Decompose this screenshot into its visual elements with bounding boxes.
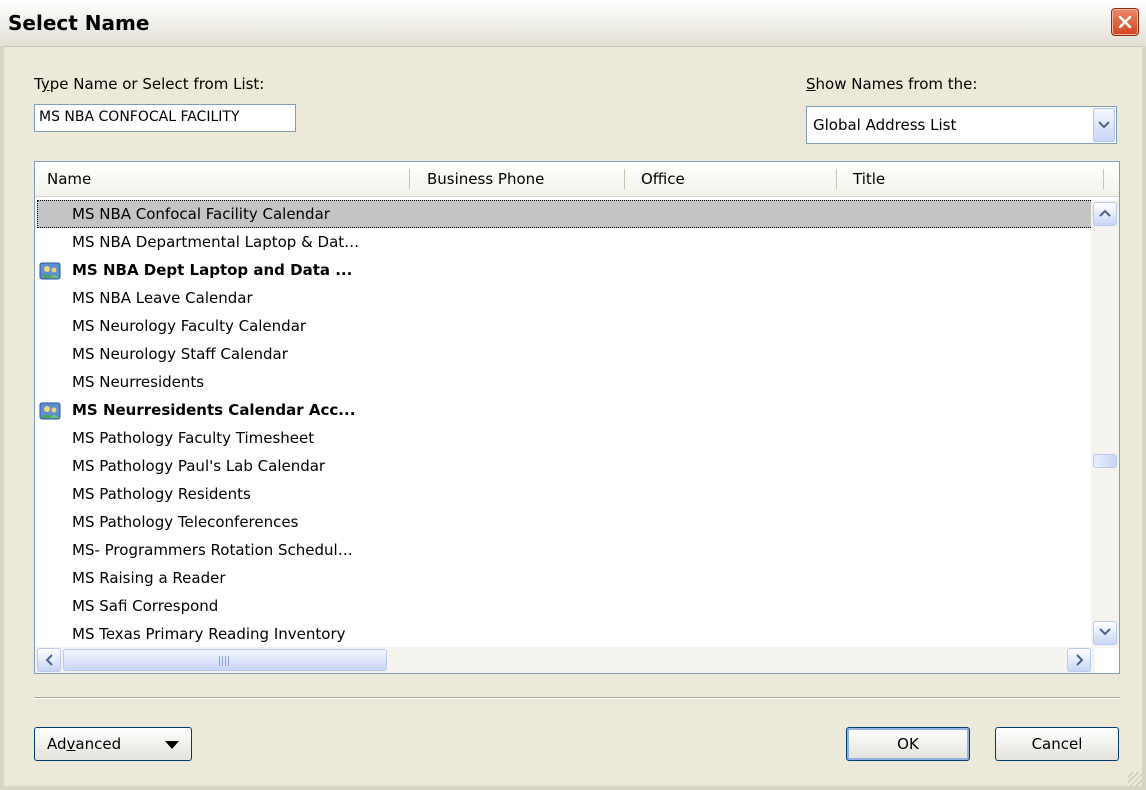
list-item[interactable]: MS Neurresidents	[37, 368, 1095, 396]
list-item-name: MS NBA Departmental Laptop & Dat…	[72, 233, 360, 251]
list-item[interactable]: MS Pathology Paul's Lab Calendar	[37, 452, 1095, 480]
horizontal-scrollbar[interactable]	[35, 647, 1095, 673]
ok-button[interactable]: OK	[846, 727, 970, 761]
distribution-list-icon	[39, 401, 61, 420]
list-item[interactable]: MS Raising a Reader	[37, 564, 1095, 592]
list-item-name: MS NBA Leave Calendar	[72, 289, 253, 307]
list-item-name: MS Pathology Faculty Timesheet	[72, 429, 315, 447]
list-item[interactable]: MS Pathology Residents	[37, 480, 1095, 508]
list-item-name: MS Neurology Faculty Calendar	[72, 317, 307, 335]
list-item[interactable]: MS- Programmers Rotation Schedul…	[37, 536, 1095, 564]
close-button[interactable]	[1111, 8, 1139, 36]
address-book-label: Show Names from the:	[806, 75, 978, 93]
name-list-rows: MS NBA Confocal Facility Calendar MS NBA …	[37, 200, 1095, 648]
list-item-name: MS Pathology Paul's Lab Calendar	[72, 457, 326, 475]
list-header: Name Business Phone Office Title	[35, 162, 1119, 197]
cancel-button[interactable]: Cancel	[995, 727, 1119, 761]
resize-grip-icon[interactable]	[1128, 772, 1142, 786]
scroll-down-button[interactable]	[1093, 621, 1117, 645]
name-search-input[interactable]: MS NBA CONFOCAL FACILITY	[34, 104, 296, 132]
list-item[interactable]: MS NBA Confocal Facility Calendar	[37, 200, 1095, 228]
list-item[interactable]: MS NBA Departmental Laptop & Dat…	[37, 228, 1095, 256]
chevron-down-icon	[1098, 121, 1110, 129]
window-frame-left	[0, 46, 4, 790]
chevron-right-icon	[1076, 654, 1084, 666]
column-header-name[interactable]: Name	[39, 162, 409, 196]
list-item-name: MS Neurresidents Calendar Acc...	[72, 401, 356, 419]
dropdown-arrow-icon	[165, 741, 179, 749]
column-separator[interactable]	[1103, 169, 1104, 189]
list-item[interactable]: MS Safi Correspond	[37, 592, 1095, 620]
vertical-scroll-thumb[interactable]	[1093, 454, 1117, 468]
list-item-name: MS- Programmers Rotation Schedul…	[72, 541, 353, 559]
chevron-up-icon	[1099, 209, 1111, 217]
horizontal-scroll-thumb[interactable]	[63, 649, 387, 671]
window-frame-right	[1142, 46, 1146, 790]
distribution-list-icon	[39, 261, 61, 280]
column-separator[interactable]	[836, 169, 837, 189]
scroll-left-button[interactable]	[37, 648, 61, 672]
divider	[34, 697, 1120, 699]
advanced-button-label: Advanced	[47, 735, 122, 753]
list-item[interactable]: MS Pathology Teleconferences	[37, 508, 1095, 536]
chevron-left-icon	[45, 654, 53, 666]
grip-icon	[219, 656, 231, 666]
column-header-office[interactable]: Office	[633, 162, 833, 196]
list-item[interactable]: MS Texas Primary Reading Inventory	[37, 620, 1095, 648]
address-book-dropdown-button[interactable]	[1093, 108, 1115, 142]
name-list[interactable]: Name Business Phone Office Title MS NBA …	[34, 161, 1120, 674]
vertical-scrollbar[interactable]	[1091, 200, 1119, 648]
list-item-name: MS NBA Dept Laptop and Data ...	[72, 261, 353, 279]
column-header-title[interactable]: Title	[845, 162, 1105, 196]
title-bar: Select Name	[0, 0, 1146, 47]
address-book-select[interactable]: Global Address List	[806, 106, 1117, 144]
list-item[interactable]: MS Pathology Faculty Timesheet	[37, 424, 1095, 452]
column-separator[interactable]	[409, 169, 410, 189]
list-item[interactable]: MS NBA Leave Calendar	[37, 284, 1095, 312]
list-item-name: MS Pathology Teleconferences	[72, 513, 299, 531]
window-frame-bottom	[0, 786, 1146, 790]
chevron-down-icon	[1099, 628, 1111, 636]
list-item-name: MS NBA Confocal Facility Calendar	[72, 205, 330, 223]
close-icon	[1118, 15, 1132, 29]
list-item-name: MS Texas Primary Reading Inventory	[72, 625, 346, 643]
column-separator[interactable]	[624, 169, 625, 189]
dialog-title: Select Name	[8, 11, 150, 35]
list-item[interactable]: MS Neurology Faculty Calendar	[37, 312, 1095, 340]
list-item-name: MS Raising a Reader	[72, 569, 226, 587]
list-item-name: MS Neurresidents	[72, 373, 205, 391]
search-label: Type Name or Select from List:	[34, 75, 265, 93]
list-item-name: MS Neurology Staff Calendar	[72, 345, 288, 363]
list-item[interactable]: MS Neurology Staff Calendar	[37, 340, 1095, 368]
list-item[interactable]: MS Neurresidents Calendar Acc...	[37, 396, 1095, 424]
advanced-button[interactable]: Advanced	[34, 727, 192, 761]
list-item-name: MS Safi Correspond	[72, 597, 219, 615]
address-book-value: Global Address List	[813, 116, 957, 134]
list-item[interactable]: MS NBA Dept Laptop and Data ...	[37, 256, 1095, 284]
scroll-right-button[interactable]	[1067, 648, 1091, 672]
scroll-up-button[interactable]	[1093, 202, 1117, 226]
list-item-name: MS Pathology Residents	[72, 485, 251, 503]
column-header-business-phone[interactable]: Business Phone	[419, 162, 619, 196]
